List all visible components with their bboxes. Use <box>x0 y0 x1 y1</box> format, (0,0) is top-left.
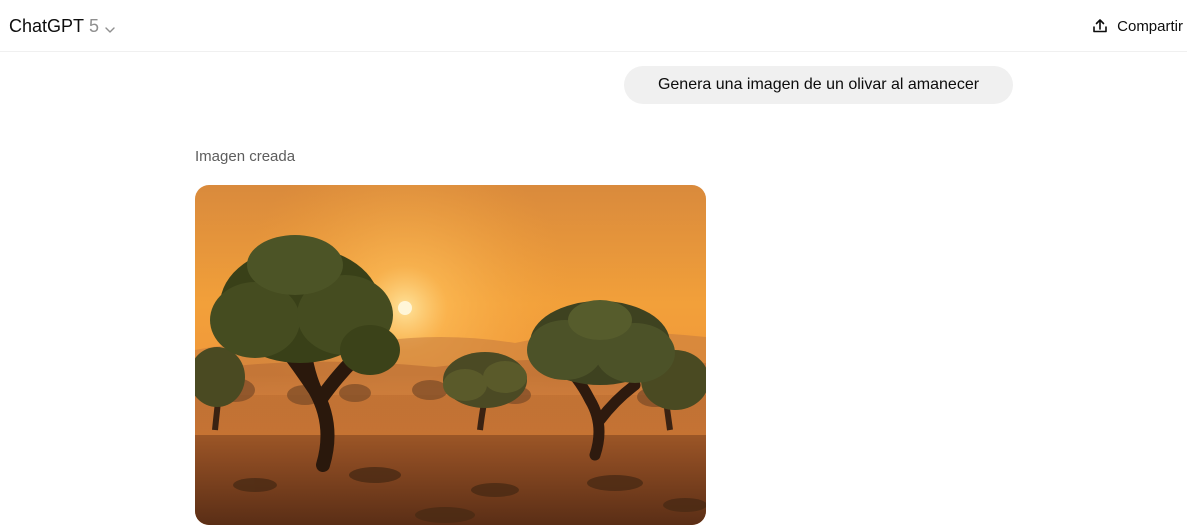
user-message-bubble: Genera una imagen de un olivar al amanec… <box>624 66 1013 104</box>
image-created-label: Imagen creada <box>195 148 296 165</box>
top-bar: ChatGPT 5 Compartir <box>0 0 1187 52</box>
share-button[interactable]: Compartir <box>1091 13 1183 39</box>
model-name: ChatGPT <box>9 15 85 36</box>
model-version: 5 <box>89 15 100 36</box>
chevron-down-icon <box>104 20 116 33</box>
share-label: Compartir <box>1117 17 1183 35</box>
olive-grove-sunrise-image <box>195 185 706 525</box>
generated-image[interactable] <box>195 185 706 525</box>
share-upload-icon <box>1093 19 1107 33</box>
model-switcher-button[interactable]: ChatGPT 5 <box>9 13 116 39</box>
user-message-text: Genera una imagen de un olivar al amanec… <box>657 76 980 93</box>
